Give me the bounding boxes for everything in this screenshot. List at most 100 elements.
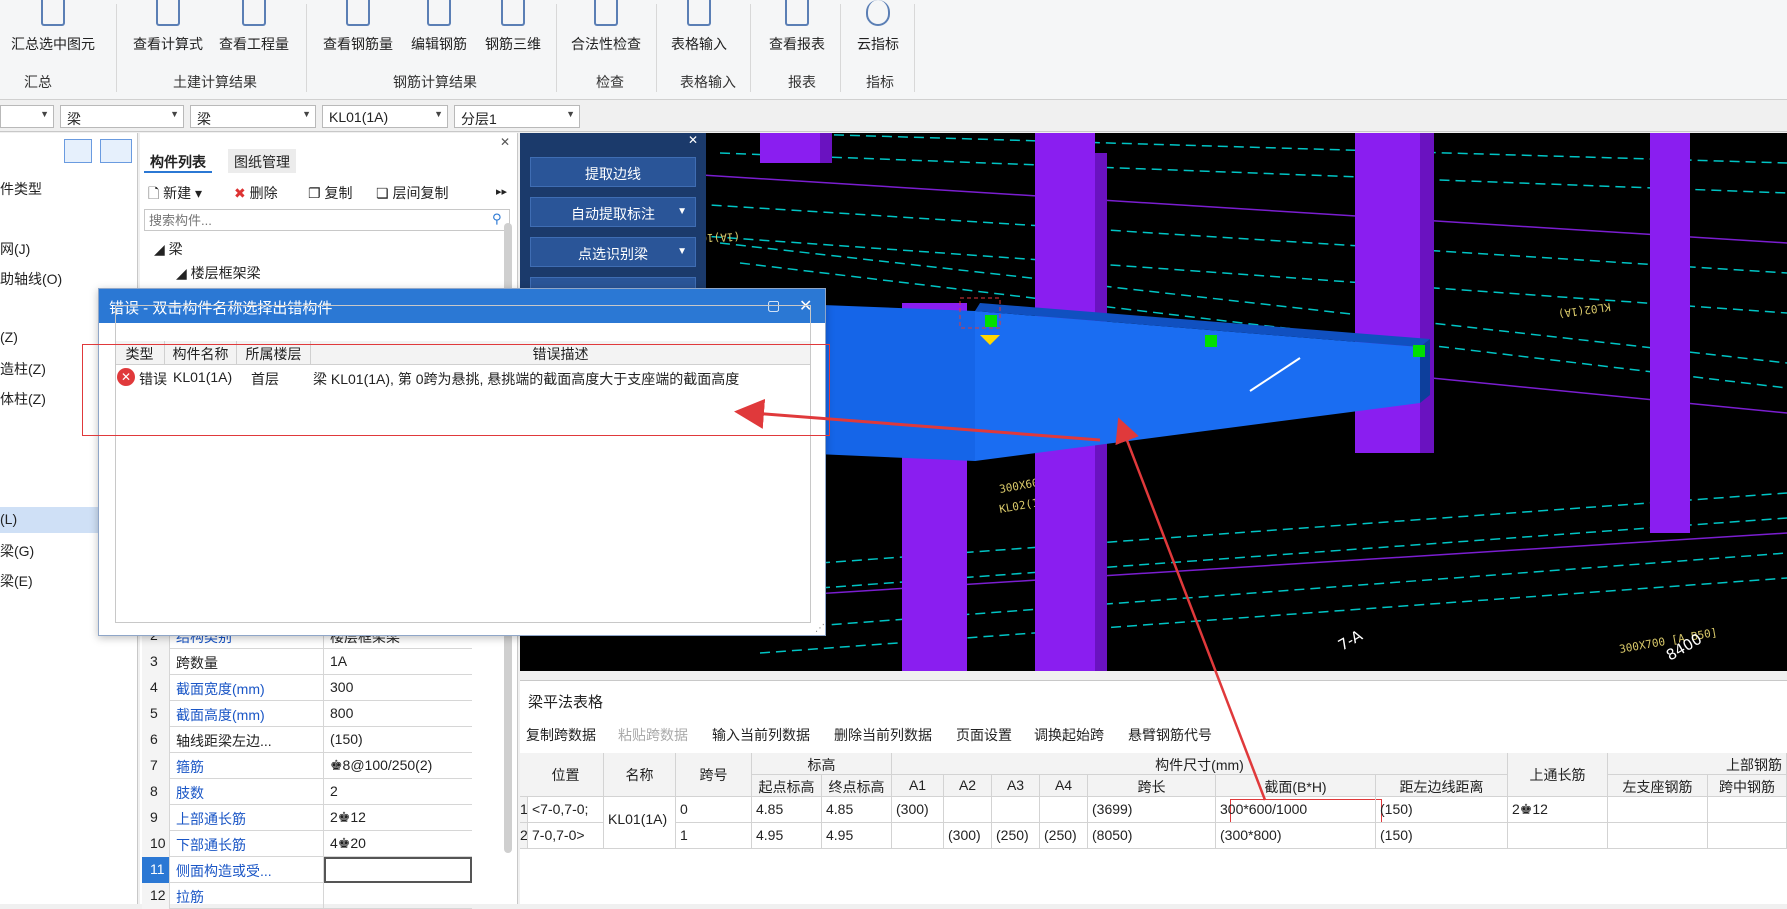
property-value[interactable]: (150) — [324, 727, 472, 753]
table-cell-start[interactable]: 4.85 — [752, 797, 822, 823]
property-row[interactable]: 7 箍筋 ♚8@100/250(2) — [142, 753, 472, 779]
table-cell-a2[interactable]: (300) — [944, 823, 992, 849]
maximize-icon[interactable]: ▢ — [767, 297, 780, 314]
table-input-button[interactable]: 表格输入 — [664, 0, 734, 60]
selector-category[interactable]: 梁 ▼ — [60, 105, 184, 128]
property-value[interactable]: ♚8@100/250(2) — [324, 753, 472, 779]
dialog-titlebar[interactable]: 错误 - 双击构件名称选择出错构件 ▢ ✕ — [99, 289, 825, 323]
close-icon[interactable]: ✕ — [799, 296, 812, 316]
nav-item-column[interactable]: (Z) — [0, 329, 18, 345]
property-value[interactable] — [324, 857, 472, 883]
property-row[interactable]: 6 轴线距梁左边... (150) — [142, 727, 472, 753]
nav-item-component-type[interactable]: 件类型 — [0, 179, 42, 199]
table-cell-a4[interactable] — [1040, 797, 1088, 823]
table-cell-empty[interactable] — [1608, 823, 1708, 849]
nav-item-constructional-column[interactable]: 造柱(Z) — [0, 359, 46, 379]
selector-floor[interactable]: ▼ — [0, 105, 54, 128]
auto-extract-label-button[interactable]: 自动提取标注 ▼ — [530, 197, 696, 227]
tree-node-frame-beam[interactable]: ◢ 楼层框架梁 — [176, 263, 261, 283]
table-cell-empty[interactable] — [1708, 823, 1787, 849]
table-cell-empty[interactable] — [1608, 797, 1708, 823]
nav-item-aux-axis[interactable]: 助轴线(O) — [0, 269, 62, 289]
copy-span-button[interactable]: 复制跨数据 — [526, 725, 596, 745]
table-cell-start[interactable]: 4.95 — [752, 823, 822, 849]
table-cell-a4[interactable]: (250) — [1040, 823, 1088, 849]
nav-item-ring-beam[interactable]: 梁(G) — [0, 541, 34, 561]
property-value[interactable]: 1A — [324, 649, 472, 675]
table-cell-position[interactable]: 7-0,7-0> — [528, 823, 604, 849]
tree-node-beam[interactable]: ◢ 梁 — [154, 239, 183, 259]
new-button[interactable]: 🗋 新建 ▾ — [148, 183, 202, 207]
nav-item-connecting-beam[interactable]: 梁(E) — [0, 571, 33, 591]
property-row[interactable]: 12 拉筋 — [142, 883, 472, 909]
property-value[interactable] — [324, 883, 472, 909]
table-cell-a3[interactable] — [992, 797, 1040, 823]
property-value[interactable]: 300 — [324, 675, 472, 701]
summarize-selected-button[interactable]: 汇总选中图元 — [8, 0, 98, 60]
copy-button[interactable]: ❐ 复制 — [308, 183, 352, 203]
table-cell-top[interactable]: 2♚12 — [1508, 797, 1608, 823]
tab-drawing-management[interactable]: 图纸管理 — [228, 149, 296, 173]
floor-copy-button[interactable]: ❏ 层间复制 — [376, 183, 448, 203]
table-cell-end[interactable]: 4.95 — [822, 823, 892, 849]
table-cell-empty[interactable] — [1708, 797, 1787, 823]
input-column-button[interactable]: 输入当前列数据 — [712, 725, 810, 745]
table-cell-len[interactable]: (8050) — [1088, 823, 1216, 849]
table-cell-a3[interactable]: (250) — [992, 823, 1040, 849]
property-row[interactable]: 8 肢数 2 — [142, 779, 472, 805]
view-quantity-button[interactable]: 查看工程量 — [214, 0, 294, 60]
table-cell-a1[interactable]: (300) — [892, 797, 944, 823]
paste-span-button[interactable]: 粘贴跨数据 — [618, 725, 688, 745]
table-cell-a1[interactable] — [892, 823, 944, 849]
property-row[interactable]: 10 下部通长筋 4♚20 — [142, 831, 472, 857]
property-row[interactable]: 5 截面高度(mm) 800 — [142, 701, 472, 727]
cloud-index-button[interactable]: 云指标 — [850, 0, 906, 60]
nav-item-masonry-column[interactable]: 体柱(Z) — [0, 389, 46, 409]
grip-marker[interactable] — [1413, 345, 1425, 357]
delete-column-button[interactable]: 删除当前列数据 — [834, 725, 932, 745]
extract-edge-button[interactable]: 提取边线 — [530, 157, 696, 187]
beam-name-cell[interactable]: KL01(1A) — [604, 797, 676, 849]
cantilever-code-button[interactable]: 悬臂钢筋代号 — [1128, 725, 1212, 745]
delete-button[interactable]: ✖ 删除 — [234, 183, 278, 203]
more-icon[interactable]: ▸▸ — [496, 185, 507, 198]
table-cell-a2[interactable] — [944, 797, 992, 823]
table-cell-dist[interactable]: (150) — [1376, 797, 1508, 823]
resize-grip-icon[interactable]: ⋰ — [815, 623, 825, 634]
property-scrollbar[interactable] — [504, 633, 512, 853]
table-cell-section[interactable]: (300*800) — [1216, 823, 1376, 849]
edit-rebar-button[interactable]: 编辑钢筋 — [404, 0, 474, 60]
view-report-button[interactable]: 查看报表 — [762, 0, 832, 60]
selector-component[interactable]: KL01(1A) ▼ — [322, 105, 448, 128]
rebar-3d-button[interactable]: 钢筋三维 — [478, 0, 548, 60]
table-cell-end[interactable]: 4.85 — [822, 797, 892, 823]
table-cell-len[interactable]: (3699) — [1088, 797, 1216, 823]
property-value[interactable]: 2♚12 — [324, 805, 472, 831]
table-cell-span[interactable]: 1 — [676, 823, 752, 849]
table-cell-position[interactable]: <7-0,7-0; — [528, 797, 604, 823]
selector-layer[interactable]: 分层1 ▼ — [454, 105, 580, 128]
property-row[interactable]: 3 跨数量 1A — [142, 649, 472, 675]
property-value[interactable]: 800 — [324, 701, 472, 727]
swap-start-span-button[interactable]: 调换起始跨 — [1034, 725, 1104, 745]
search-input[interactable] — [144, 209, 510, 231]
table-cell-idx[interactable]: 2 — [520, 823, 528, 849]
close-icon[interactable]: ✕ — [688, 133, 698, 147]
list-view-icon[interactable] — [64, 139, 92, 163]
page-setup-button[interactable]: 页面设置 — [956, 725, 1012, 745]
validity-check-button[interactable]: 合法性检查 — [564, 0, 648, 60]
close-icon[interactable]: ✕ — [500, 135, 510, 149]
selector-type[interactable]: 梁 ▼ — [190, 105, 316, 128]
grip-marker[interactable] — [985, 315, 997, 327]
table-cell-dist[interactable]: (150) — [1376, 823, 1508, 849]
tab-component-list[interactable]: 构件列表 — [144, 149, 212, 173]
property-row[interactable]: 11 侧面构造或受... — [142, 857, 472, 883]
table-cell-span[interactable]: 0 — [676, 797, 752, 823]
search-icon[interactable]: ⚲ — [492, 211, 502, 227]
property-value[interactable]: 2 — [324, 779, 472, 805]
view-formula-button[interactable]: 查看计算式 — [128, 0, 208, 60]
table-cell-section[interactable]: 300*600/1000 — [1216, 797, 1376, 823]
table-cell-idx[interactable]: 1 — [520, 797, 528, 823]
point-identify-beam-button[interactable]: 点选识别梁 ▼ — [530, 237, 696, 267]
nav-item-grid[interactable]: 网(J) — [0, 239, 30, 259]
